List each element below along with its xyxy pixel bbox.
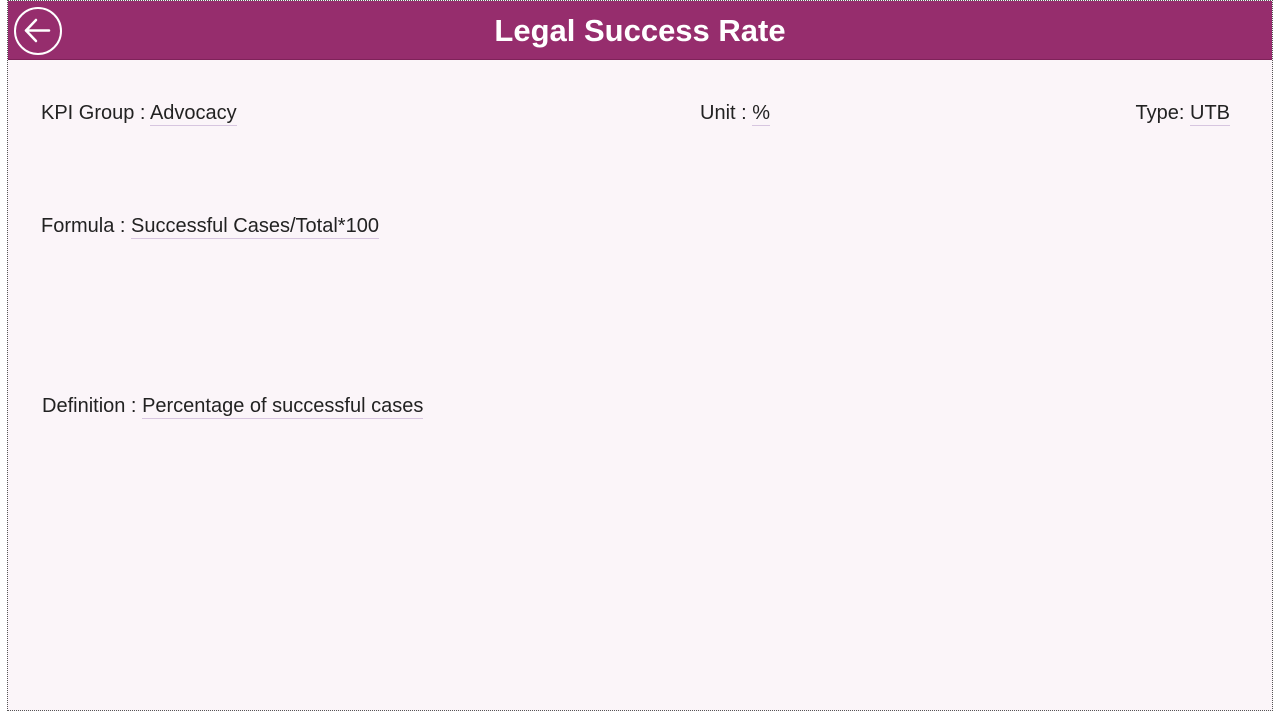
- page-title: Legal Success Rate: [494, 13, 786, 48]
- type-label: Type:: [1135, 102, 1190, 124]
- unit-field: Unit : %: [700, 100, 771, 126]
- unit-value: %: [752, 102, 771, 126]
- type-value: UTB: [1190, 102, 1230, 126]
- definition-value: Percentage of successful cases: [142, 395, 424, 419]
- kpi-detail-page: Legal Success Rate KPI Group : Advocacy …: [7, 0, 1273, 711]
- type-field: Type: UTB: [1136, 100, 1230, 126]
- kpi-group-field: KPI Group : Advocacy: [41, 100, 237, 126]
- header-bar: Legal Success Rate: [8, 1, 1272, 60]
- formula-label: Formula :: [41, 215, 132, 237]
- formula-field: Formula : Successful Cases/Total*100: [41, 213, 379, 239]
- kpi-group-value: Advocacy: [149, 102, 237, 126]
- definition-label: Definition :: [42, 395, 143, 417]
- kpi-group-label: KPI Group :: [41, 102, 150, 124]
- formula-value: Successful Cases/Total*100: [131, 215, 379, 239]
- unit-label: Unit :: [700, 102, 753, 124]
- definition-field: Definition : Percentage of successful ca…: [42, 393, 424, 419]
